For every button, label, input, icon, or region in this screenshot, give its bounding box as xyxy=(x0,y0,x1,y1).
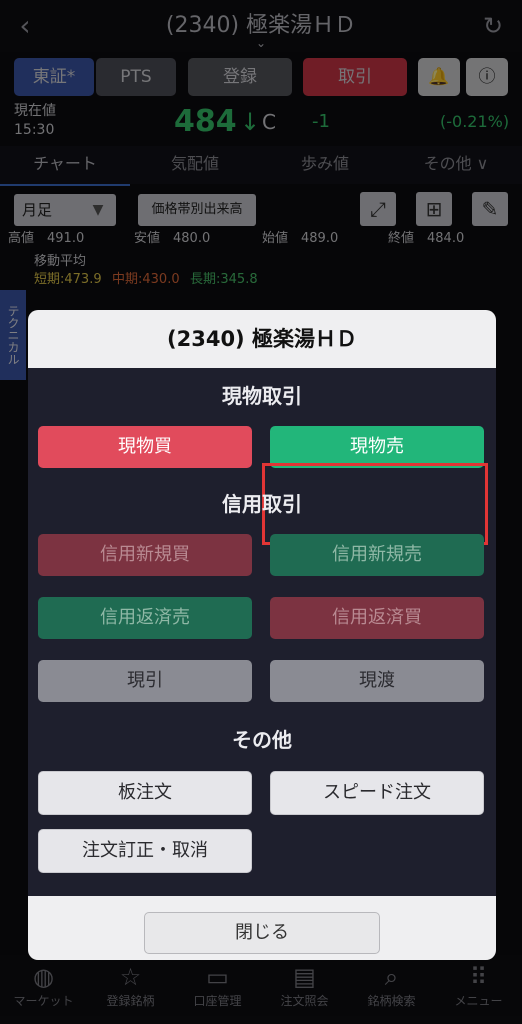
cash-buy-button[interactable]: 現物買 xyxy=(38,426,252,468)
genwatashi-button[interactable]: 現渡 xyxy=(270,660,484,702)
margin-new-sell-button[interactable]: 信用新規売 xyxy=(270,534,484,576)
modal-title: (2340) 極楽湯ＨＤ xyxy=(167,327,357,351)
section-margin: 信用取引 xyxy=(222,492,302,516)
margin-new-buy-button[interactable]: 信用新規買 xyxy=(38,534,252,576)
margin-repay-buy-button[interactable]: 信用返済買 xyxy=(270,597,484,639)
speed-order-button[interactable]: スピード注文 xyxy=(270,771,484,815)
genbiki-button[interactable]: 現引 xyxy=(38,660,252,702)
modal-body: 現物取引 現物買 現物売 信用取引 信用新規買 信用新規売 信用返済売 信用返済… xyxy=(28,368,496,896)
close-button[interactable]: 閉じる xyxy=(144,912,380,954)
section-other: その他 xyxy=(232,728,292,752)
cash-sell-button[interactable]: 現物売 xyxy=(270,426,484,468)
board-order-button[interactable]: 板注文 xyxy=(38,771,252,815)
order-modify-button[interactable]: 注文訂正・取消 xyxy=(38,829,252,873)
trade-modal: (2340) 極楽湯ＨＤ 現物取引 現物買 現物売 信用取引 信用新規買 信用新… xyxy=(28,310,496,960)
section-cash: 現物取引 xyxy=(222,384,302,408)
margin-repay-sell-button[interactable]: 信用返済売 xyxy=(38,597,252,639)
